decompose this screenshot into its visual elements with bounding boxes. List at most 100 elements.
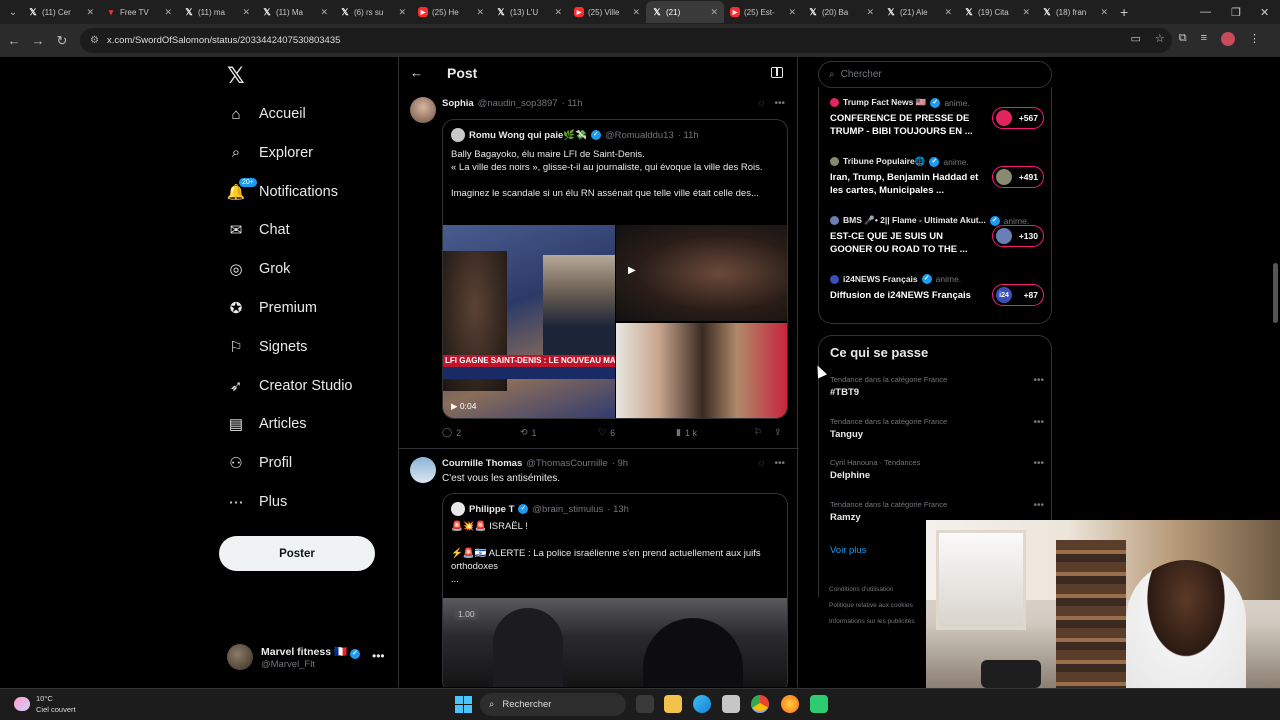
play-icon[interactable]: ▶ <box>451 401 458 411</box>
nav-item-signets[interactable]: ⚐ Signets <box>227 332 307 362</box>
task-view-icon[interactable] <box>636 695 654 713</box>
play-icon[interactable]: ▶ <box>628 265 636 276</box>
browser-tab[interactable]: 𝕏 (11) Cer ✕ <box>22 1 100 23</box>
tab-close-icon[interactable]: ✕ <box>242 7 250 18</box>
bookmark-icon[interactable]: ⚐ <box>754 427 774 438</box>
nav-item-notifications[interactable]: 🔔 20+ Notifications <box>227 177 338 207</box>
browser-tab[interactable]: 𝕏 (18) fran ✕ <box>1036 1 1114 23</box>
browser-tab[interactable]: 𝕏 (20) Ba ✕ <box>802 1 880 23</box>
browser-tab[interactable]: 𝕏 (21) ✕ <box>646 1 724 23</box>
avatar[interactable] <box>410 97 436 123</box>
bookmark-star-icon[interactable]: ☆ <box>1155 32 1165 46</box>
browser-tab[interactable]: ▶ (25) Est- ✕ <box>724 1 802 23</box>
tab-close-icon[interactable]: ✕ <box>398 7 406 18</box>
browser-tab[interactable]: 𝕏 (19) Cita ✕ <box>958 1 1036 23</box>
file-explorer-icon[interactable] <box>664 695 682 713</box>
more-icon[interactable]: ••• <box>1033 375 1044 386</box>
tab-close-icon[interactable]: ✕ <box>1100 7 1108 18</box>
reader-mode-icon[interactable] <box>771 67 783 78</box>
scrollbar-thumb[interactable] <box>1273 263 1278 323</box>
tweet-author-name[interactable]: Sophia <box>442 98 474 109</box>
nav-item-creator-studio[interactable]: ➶ Creator Studio <box>227 371 353 401</box>
minimize-button[interactable]: — <box>1200 0 1211 24</box>
nav-item-explorer[interactable]: ⌕ Explorer <box>227 138 313 168</box>
more-icon[interactable]: ••• <box>372 649 385 663</box>
tweet-author-name[interactable]: Cournille Thomas <box>442 458 522 469</box>
like-button[interactable]: ♡ 6 <box>598 427 676 438</box>
nav-item-chat[interactable]: ✉ Chat <box>227 215 290 245</box>
browser-tab[interactable]: ▶ (25) He ✕ <box>412 1 490 23</box>
browser-profile-avatar[interactable] <box>1221 32 1235 46</box>
windows-start-icon[interactable] <box>455 696 472 713</box>
tab-close-icon[interactable]: ✕ <box>164 7 172 18</box>
quoted-tweet[interactable]: Philippe T ✓ @brain_stimulus · 13h 🚨💥🚨 I… <box>442 493 788 687</box>
tweet-time[interactable]: · 9h <box>612 458 628 469</box>
close-window-button[interactable]: ✕ <box>1260 0 1269 24</box>
browser-tab[interactable]: ▾ Free TV ✕ <box>100 1 178 23</box>
browser-tab[interactable]: 𝕏 (6) rs su ✕ <box>334 1 412 23</box>
nav-item-grok[interactable]: ◎ Grok <box>227 254 290 284</box>
live-listeners-pill[interactable]: i24 +87 <box>992 284 1044 306</box>
repost-button[interactable]: ⟲ 1 <box>520 427 598 438</box>
reload-icon[interactable]: ↻ <box>50 33 74 49</box>
x-logo-icon[interactable]: 𝕏 <box>227 64 245 89</box>
browser-tab[interactable]: 𝕏 (13) L'U ✕ <box>490 1 568 23</box>
tab-close-icon[interactable]: ✕ <box>710 7 718 18</box>
back-arrow-icon[interactable]: ← <box>410 65 423 80</box>
search-input[interactable]: ⌕ Chercher <box>818 61 1052 88</box>
grok-icon[interactable]: ◌ <box>759 98 765 109</box>
live-listeners-pill[interactable]: +567 <box>992 107 1044 129</box>
image-thumbnail[interactable] <box>616 323 787 418</box>
quoted-tweet[interactable]: Romu Wong qui paie🌿💸 ✓ @Romualddu13 · 11… <box>442 119 788 419</box>
nav-item-plus[interactable]: ⋯ Plus <box>227 487 288 517</box>
more-icon[interactable]: ••• <box>1033 458 1044 469</box>
tab-close-icon[interactable]: ✕ <box>476 7 484 18</box>
more-icon[interactable]: ••• <box>774 458 785 469</box>
video-play-control[interactable]: ▶ 0:04 <box>451 401 476 412</box>
chrome-icon[interactable] <box>751 695 769 713</box>
firefox-icon[interactable] <box>781 695 799 713</box>
account-switcher[interactable]: Marvel fitness 🇫🇷 ✓ @Marvel_Flt ••• <box>227 644 387 674</box>
trend-item[interactable]: Cyril Hanouna · Tendances Delphine ••• <box>830 458 1044 481</box>
url-field[interactable]: ⚙ x.com/SwordOfSalomon/status/2033442407… <box>80 28 1172 53</box>
back-icon[interactable]: ← <box>2 33 26 48</box>
post-button[interactable]: Poster <box>219 536 375 571</box>
more-icon[interactable]: ••• <box>774 98 785 109</box>
forward-icon[interactable]: → <box>26 33 50 48</box>
new-tab-button[interactable]: + <box>1120 4 1128 20</box>
nav-item-accueil[interactable]: ⌂ Accueil <box>227 99 305 129</box>
trend-item[interactable]: Tendance dans la catégorie France #TBT9 ••… <box>830 375 1044 398</box>
browser-menu-icon[interactable]: ⋮ <box>1249 32 1260 46</box>
tab-close-icon[interactable]: ✕ <box>554 7 562 18</box>
video-thumbnail[interactable]: 1.00 <box>443 598 787 687</box>
edge-icon[interactable] <box>693 695 711 713</box>
share-icon[interactable]: ⇪ <box>774 427 782 438</box>
tab-close-icon[interactable]: ✕ <box>788 7 796 18</box>
tab-close-icon[interactable]: ✕ <box>632 7 640 18</box>
live-listeners-pill[interactable]: +491 <box>992 166 1044 188</box>
live-listeners-pill[interactable]: +130 <box>992 225 1044 247</box>
tweet-author-handle[interactable]: @ThomasCournille <box>526 458 607 469</box>
tweet-author-handle[interactable]: @naudin_sop3897 <box>478 98 558 109</box>
video-thumbnail[interactable]: LFI GAGNE SAINT-DENIS : LE NOUVEAU MA ▶ … <box>443 225 615 418</box>
nav-item-premium[interactable]: ✪ Premium <box>227 293 317 323</box>
media-control-icon[interactable]: ≡ <box>1201 32 1207 46</box>
footer-link[interactable]: Politique relative aux cookies <box>829 598 915 614</box>
store-icon[interactable] <box>722 695 740 713</box>
tweet[interactable]: Sophia @naudin_sop3897 · 11h ◌ ••• Romu … <box>399 95 799 445</box>
browser-tab[interactable]: 𝕏 (11) Ma ✕ <box>256 1 334 23</box>
tweet-time[interactable]: · 11h <box>562 98 583 109</box>
extensions-icon[interactable]: ⧉ <box>1179 32 1187 46</box>
tab-search-icon[interactable]: ⌄ <box>4 3 22 21</box>
tab-close-icon[interactable]: ✕ <box>944 7 952 18</box>
views-button[interactable]: ▮ 1 k <box>676 427 754 438</box>
video-thumbnail[interactable]: ▶ <box>616 225 787 321</box>
nav-item-articles[interactable]: ▤ Articles <box>227 409 307 439</box>
browser-tab[interactable]: 𝕏 (11) ma ✕ <box>178 1 256 23</box>
tab-close-icon[interactable]: ✕ <box>1022 7 1030 18</box>
site-info-icon[interactable]: ⚙ <box>90 35 99 46</box>
more-icon[interactable]: ••• <box>1033 500 1044 511</box>
tab-close-icon[interactable]: ✕ <box>866 7 874 18</box>
maximize-button[interactable]: ❐ <box>1231 0 1241 24</box>
see-more-link[interactable]: Voir plus <box>830 545 866 556</box>
